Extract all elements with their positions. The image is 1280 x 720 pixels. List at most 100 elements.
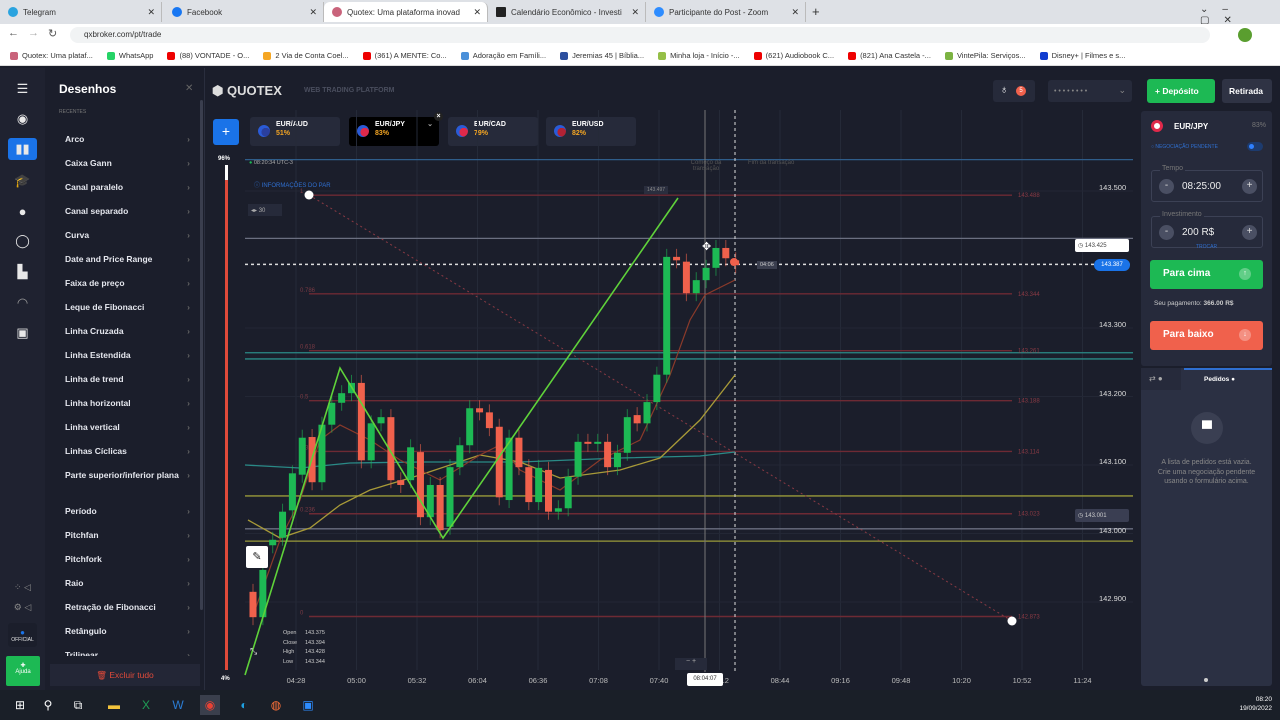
zoom-controls[interactable]: − + (675, 658, 707, 670)
orders-tab[interactable]: Pedidos ● (1204, 376, 1235, 383)
drawing-tool-item[interactable]: Faixa de preço › (65, 278, 190, 288)
drawing-tool-item[interactable]: Date and Price Range › (65, 254, 190, 264)
bookmark-item[interactable]: WhatsApp (106, 50, 153, 61)
drawing-tool-item[interactable]: Canal paralelo › (65, 182, 190, 192)
pending-toggle[interactable] (1247, 142, 1263, 151)
close-tab-icon[interactable]: ✕ (473, 7, 481, 18)
bookmark-item[interactable]: Jeremias 45 | Bíblia... (560, 50, 644, 61)
help-button[interactable]: ✚ Ajuda (6, 656, 40, 686)
tab-facebook[interactable]: Facebook ✕ (164, 2, 324, 22)
pair-info-link[interactable]: ⓘ INFORMAÇÕES DO PAR (254, 180, 331, 189)
drawing-tool-item[interactable]: Pitchfan › (65, 530, 190, 540)
back-icon[interactable]: ← (8, 27, 19, 39)
signals-icon[interactable]: ◠ (8, 292, 37, 314)
fib-trend-line[interactable] (308, 194, 1013, 622)
drawing-tool-item[interactable]: Pitchfork › (65, 554, 190, 564)
bookmark-item[interactable]: Minha loja - Início -... (658, 50, 740, 61)
bookmark-item[interactable]: 2 Via de Conta Coel... (263, 50, 349, 61)
investment-plus-button[interactable]: + (1242, 225, 1257, 240)
drawing-tool-item[interactable]: Trilinear › (65, 650, 190, 656)
price-alert-bottom[interactable]: ◷ 143.001 (1075, 509, 1129, 522)
drawing-tool-item[interactable]: Linha de trend › (65, 374, 190, 384)
chrome-icon[interactable]: ◉ (200, 695, 220, 715)
drawing-tool-item[interactable]: Linha vertical › (65, 422, 190, 432)
file-explorer-icon[interactable]: ▬ (104, 695, 124, 715)
bookmark-item[interactable]: Quotex: Uma plataf... (10, 50, 93, 61)
drawing-tool-item[interactable]: Linhas Cíclicas › (65, 446, 190, 456)
word-icon[interactable]: W (168, 695, 188, 715)
close-drawings-icon[interactable]: ✕ (185, 83, 193, 94)
system-clock[interactable]: 08:20 19/09/2022 (1232, 695, 1272, 713)
drawing-tool-item[interactable]: Período › (65, 506, 190, 516)
drawing-tool-item[interactable]: Parte superior/inferior plana › (65, 470, 190, 480)
bookmark-item[interactable]: (361) A MENTE: Co... (362, 50, 447, 61)
bookmark-item[interactable]: Disney+ | Filmes e s... (1039, 50, 1125, 61)
fullscreen-icon[interactable]: ⁘ ◁ (8, 576, 37, 598)
time-minus-button[interactable]: - (1159, 179, 1174, 194)
bookmark-item[interactable]: (88) VONTADE - O... (167, 50, 249, 61)
zoom-app-icon[interactable]: ▣ (298, 695, 318, 715)
trade-pair[interactable]: EUR/JPY (1174, 122, 1208, 131)
profile-avatar[interactable] (1238, 28, 1252, 42)
withdraw-button[interactable]: Retirada (1222, 79, 1272, 103)
drawing-tool-item[interactable]: Linha horizontal › (65, 398, 190, 408)
bookmark-item[interactable]: (821) Ana Castela -... (848, 50, 931, 61)
chart-icon[interactable]: ▮▮ (8, 138, 37, 160)
close-tab-icon[interactable]: ✕ (147, 7, 155, 18)
settings-icon[interactable]: ⚙ ◁ (8, 596, 37, 618)
bookmark-item[interactable]: VintePila: Serviços... (944, 50, 1026, 61)
deposit-button[interactable]: + Depósito (1147, 79, 1215, 103)
investment-value[interactable]: 200 R$ (1182, 227, 1214, 238)
drawing-tool-item[interactable]: Caixa Gann › (65, 158, 190, 168)
task-view-icon[interactable]: ⧉ (68, 695, 88, 715)
price-alert-top[interactable]: ◷ 143.425 (1075, 239, 1129, 252)
trades-tab[interactable]: ⇄ ● (1141, 368, 1181, 390)
investment-minus-button[interactable]: - (1159, 225, 1174, 240)
official-badge[interactable]: ● OFFICIAL (8, 623, 37, 647)
new-tab-button[interactable]: + (812, 4, 820, 19)
forward-icon[interactable]: → (28, 27, 39, 39)
menu-icon[interactable]: ☰ (8, 78, 37, 100)
windows-start-icon[interactable]: ⊞ (10, 695, 30, 715)
magnet-icon[interactable]: ⤡ (250, 646, 257, 657)
time-value[interactable]: 08:25:00 (1182, 181, 1221, 192)
excel-icon[interactable]: X (136, 695, 156, 715)
support-icon[interactable]: ◯ (8, 230, 37, 252)
window-controls[interactable]: ⌄–▢✕ (1200, 4, 1280, 26)
drawing-tool-item[interactable]: Curva › (65, 230, 190, 240)
education-icon[interactable]: 🎓 (8, 170, 37, 192)
pencil-tool-button[interactable]: ✎ (246, 546, 268, 568)
up-button[interactable]: Para cima ↑ (1150, 260, 1263, 289)
firefox-icon[interactable]: ◍ (266, 695, 286, 715)
drawing-tool-item[interactable]: Arco › (65, 134, 190, 144)
drawing-tool-item[interactable]: Linha Cruzada › (65, 326, 190, 336)
drawing-tool-item[interactable]: Retração de Fibonacci › (65, 602, 190, 612)
delete-all-button[interactable]: 🗑 Excluir tudo (50, 664, 200, 686)
url-input[interactable]: qxbroker.com/pt/trade (70, 27, 1210, 43)
down-button[interactable]: Para baixo ↓ (1150, 321, 1263, 350)
price-chart[interactable]: 1 143.488 0.786 143.344 0.618 143.261 0.5 143.1… (205, 68, 1140, 690)
tab-quotex[interactable]: Quotex: Uma plataforma inovad ✕ (324, 2, 488, 22)
bookmark-item[interactable]: Adoração em Famíli... (460, 50, 546, 61)
trade-icon[interactable]: ◉ (8, 108, 37, 130)
edge-icon[interactable]: ◐ (234, 695, 254, 715)
reload-icon[interactable]: ↻ (48, 27, 57, 40)
drawing-tool-item[interactable]: Leque de Fibonacci › (65, 302, 190, 312)
tab-zoom[interactable]: Participante do Post - Zoom ✕ (646, 2, 806, 22)
timeframe-selector[interactable]: ◂▸ 30 (248, 204, 282, 216)
search-icon[interactable]: ⚲ (38, 695, 58, 715)
analytics-icon[interactable]: ▙ (8, 261, 37, 283)
time-field[interactable]: Tempo -08:25:00 + (1151, 165, 1263, 202)
drawing-tool-item[interactable]: Canal separado › (65, 206, 190, 216)
fib-handle-end[interactable] (1007, 616, 1017, 626)
tab-calendario[interactable]: Calendário Econômico - Investi ✕ (488, 2, 646, 22)
switch-currency-link[interactable]: TROCAR (1196, 244, 1217, 250)
drawing-tool-item[interactable]: Retângulo › (65, 626, 190, 636)
drawings-scrollbar[interactable] (200, 100, 203, 610)
trend-line-drawing[interactable] (244, 197, 679, 676)
close-tab-icon[interactable]: ✕ (631, 7, 639, 18)
tab-telegram[interactable]: Telegram ✕ (0, 2, 162, 22)
bookmark-item[interactable]: (621) Audiobook C... (753, 50, 834, 61)
time-plus-button[interactable]: + (1242, 179, 1257, 194)
market-icon[interactable]: ▣ (8, 322, 37, 344)
